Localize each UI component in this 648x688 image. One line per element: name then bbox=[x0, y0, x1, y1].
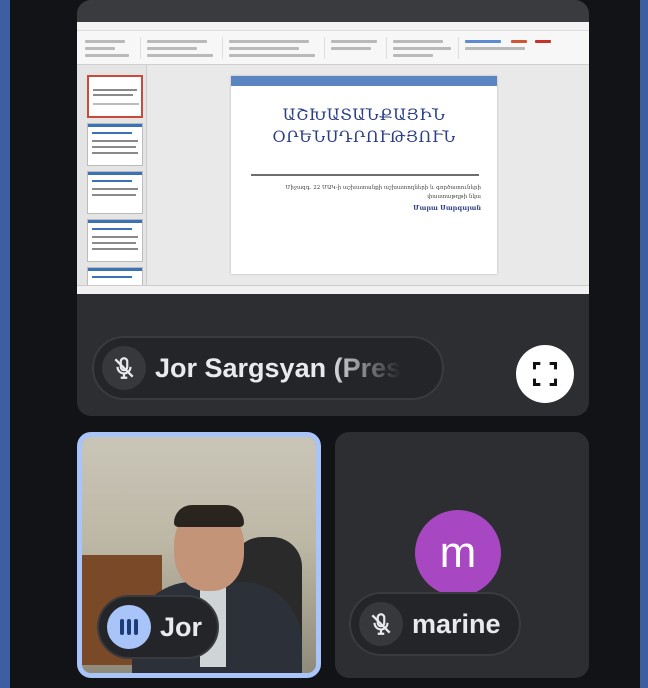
mic-muted-icon bbox=[359, 602, 403, 646]
speaking-indicator-icon bbox=[107, 605, 151, 649]
slide-title: ԱՇԽԱՏԱՆՔԱՅԻՆ ՕՐԵՆՍԴՐՈՒԹՅՈՒՆ bbox=[231, 104, 497, 148]
ppt-titlebar bbox=[77, 22, 589, 31]
slide-title-line-2: ՕՐԵՆՍԴՐՈՒԹՅՈՒՆ bbox=[272, 127, 456, 146]
screen-share-header bbox=[77, 0, 589, 22]
presenter-name: Jor Sargsyan (Pres bbox=[155, 352, 402, 383]
shared-powerpoint-window: ԱՇԽԱՏԱՆՔԱՅԻՆ ՕՐԵՆՍԴՐՈՒԹՅՈՒՆ Միջազգ. 22 Մ… bbox=[77, 22, 589, 294]
slide-subtitle: Միջազգ. 22 ՄԱԿ-ի աշխատանքի աշխատողների և… bbox=[261, 184, 481, 202]
presenter-name-pill: Jor Sargsyan (Pres bbox=[92, 336, 444, 400]
slide-subtitle-line-2: փաստաթղթի նկա bbox=[427, 194, 481, 200]
slide-title-line-1: ԱՇԽԱՏԱՆՔԱՅԻՆ bbox=[282, 105, 446, 124]
participant-tile-jor[interactable]: Jor bbox=[77, 432, 321, 678]
participant-name-pill: Jor bbox=[97, 595, 219, 659]
slide-thumbnails bbox=[77, 65, 147, 287]
participant-name: marine bbox=[412, 608, 501, 639]
participant-tile-marine[interactable]: m marine bbox=[335, 432, 589, 678]
meeting-app: ԱՇԽԱՏԱՆՔԱՅԻՆ ՕՐԵՆՍԴՐՈՒԹՅՈՒՆ Միջազգ. 22 Մ… bbox=[10, 0, 640, 688]
slide-divider bbox=[251, 174, 479, 176]
fullscreen-icon bbox=[532, 361, 558, 387]
ppt-ribbon bbox=[77, 31, 589, 65]
participant-name: Jor bbox=[160, 611, 203, 642]
fullscreen-button[interactable] bbox=[516, 345, 574, 403]
slide-author: Մարա Սարգսյան bbox=[413, 204, 481, 212]
avatar: m bbox=[415, 510, 501, 596]
current-slide: ԱՇԽԱՏԱՆՔԱՅԻՆ ՕՐԵՆՍԴՐՈՒԹՅՈՒՆ Միջազգ. 22 Մ… bbox=[231, 76, 497, 274]
slide-subtitle-line-1: Միջազգ. 22 ՄԱԿ-ի աշխատանքի աշխատողների և… bbox=[285, 185, 481, 191]
participant-name-pill: marine bbox=[349, 592, 521, 656]
ppt-status-bar bbox=[77, 285, 589, 294]
mic-muted-icon bbox=[102, 346, 146, 390]
slide-header-bar bbox=[231, 76, 497, 86]
